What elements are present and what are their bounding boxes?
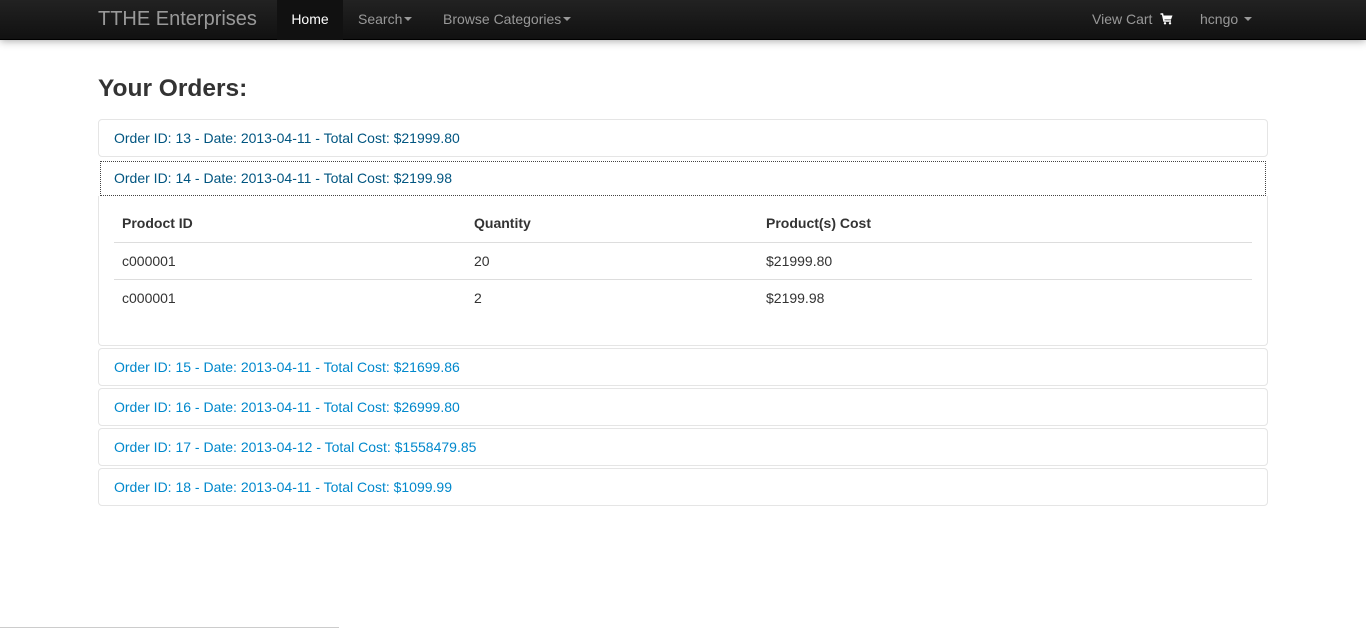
table-cell: c000001 — [114, 241, 466, 279]
order-accordion-header[interactable]: Order ID: 17 - Date: 2013-04-12 - Total … — [98, 428, 1268, 466]
nav-view-cart-label: View Cart — [1092, 11, 1153, 27]
order-detail-table: Prodoct ID Quantity Product(s) Cost c000… — [114, 204, 1252, 316]
table-row: c000001 2 $2199.98 — [114, 278, 1252, 316]
order-accordion-header[interactable]: Order ID: 13 - Date: 2013-04-11 - Total … — [98, 119, 1268, 157]
nav-search-dropdown[interactable]: Search — [358, 0, 413, 40]
table-header-row: Prodoct ID Quantity Product(s) Cost — [114, 204, 1252, 242]
shopping-cart-icon — [1160, 13, 1173, 25]
chevron-down-icon — [1244, 17, 1253, 22]
column-header: Prodoct ID — [122, 214, 193, 231]
brand-link[interactable]: TTHE Enterprises — [98, 7, 257, 31]
nav-browse-categories-dropdown[interactable]: Browse Categories — [443, 0, 572, 40]
nav-browse-categories-label: Browse Categories — [443, 11, 562, 27]
user-menu-dropdown[interactable]: hcngo — [1200, 0, 1253, 40]
table-cell: 2 — [466, 278, 758, 316]
table-cell: $21999.80 — [758, 241, 1252, 279]
chevron-down-icon — [563, 17, 572, 22]
order-accordion-header[interactable]: Order ID: 15 - Date: 2013-04-11 - Total … — [98, 348, 1268, 386]
order-detail-panel: Prodoct ID Quantity Product(s) Cost c000… — [98, 196, 1268, 346]
top-navbar: TTHE Enterprises Home Search Browse Cate… — [0, 0, 1366, 40]
nav-search-label: Search — [358, 11, 403, 27]
table-cell: c000001 — [114, 278, 466, 316]
order-accordion-header[interactable]: Order ID: 16 - Date: 2013-04-11 - Total … — [98, 388, 1268, 426]
table-cell: 20 — [466, 241, 758, 279]
table-cell: $2199.98 — [758, 278, 1252, 316]
user-name: hcngo — [1200, 11, 1239, 27]
page-title: Your Orders: — [98, 75, 248, 102]
nav-view-cart[interactable]: View Cart — [1092, 0, 1173, 40]
column-header: Product(s) Cost — [766, 214, 871, 231]
table-row: c000001 20 $21999.80 — [114, 241, 1252, 279]
nav-home[interactable]: Home — [277, 0, 343, 40]
order-accordion-header[interactable]: Order ID: 18 - Date: 2013-04-11 - Total … — [98, 468, 1268, 506]
order-accordion-header[interactable]: Order ID: 14 - Date: 2013-04-11 - Total … — [100, 161, 1266, 196]
column-header: Quantity — [474, 214, 531, 231]
chevron-down-icon — [404, 17, 413, 22]
